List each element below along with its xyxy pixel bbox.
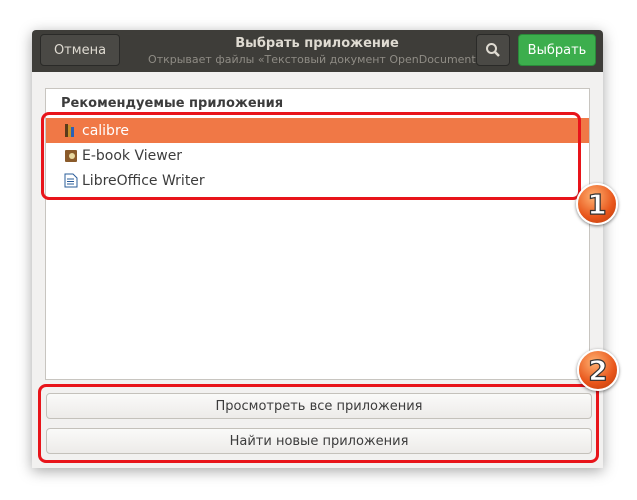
select-button[interactable]: Выбрать <box>518 34 596 66</box>
search-button[interactable] <box>476 34 510 66</box>
cancel-button[interactable]: Отмена <box>40 34 120 66</box>
header-bar: Отмена Выбрать приложение Открывает файл… <box>32 30 603 72</box>
dialog-subtitle: Открывает файлы «Текстовый документ Open… <box>148 53 486 66</box>
step-badge-2: 2 <box>577 349 619 391</box>
dialog-title: Выбрать приложение <box>235 36 399 51</box>
section-title: Рекомендуемые приложения <box>61 96 284 111</box>
highlight-box-1 <box>41 112 581 200</box>
search-icon <box>486 43 500 57</box>
highlight-box-2 <box>38 384 599 463</box>
step-badge-1: 1 <box>576 183 618 225</box>
